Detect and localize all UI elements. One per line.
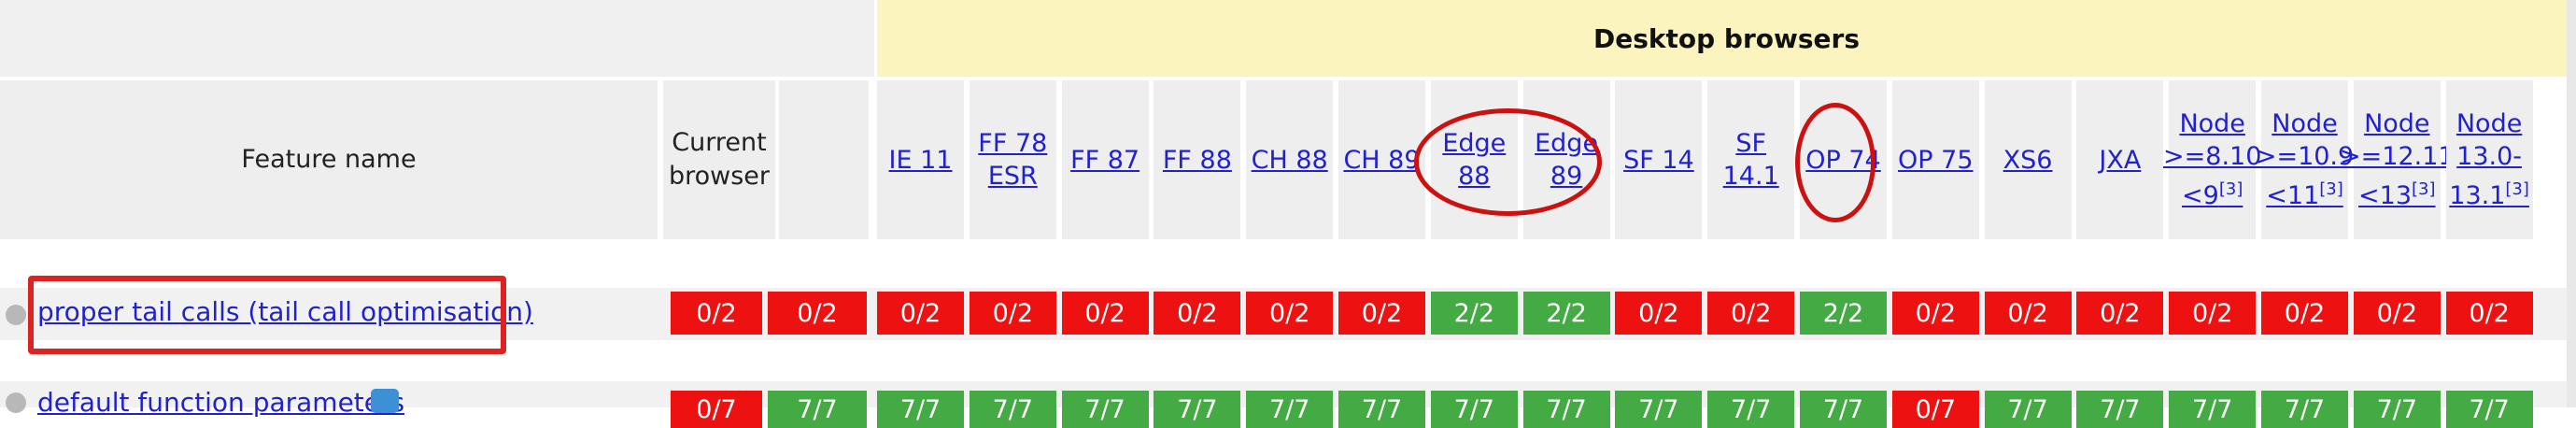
browser-link[interactable]: CH 88	[1252, 144, 1328, 177]
result-cell: 7/7	[877, 391, 964, 428]
result-cell: 0/2	[969, 292, 1056, 335]
result-cell: 0/2	[1984, 292, 2072, 335]
browser-header: SF 14	[1615, 80, 1703, 239]
result-cell: 0/2	[1707, 292, 1795, 335]
browser-link[interactable]: JXA	[2099, 144, 2141, 177]
feature-name-label: Feature name	[241, 145, 417, 174]
feature-bullet-icon	[6, 392, 26, 413]
browser-header: FF 78 ESR	[969, 80, 1056, 239]
browser-header: FF 88	[1154, 80, 1241, 239]
blank-column-header	[779, 80, 869, 239]
result-cell: 0/2	[877, 292, 964, 335]
browser-header: IE 11	[877, 80, 964, 239]
browser-header: OP 75	[1891, 80, 1979, 239]
feature-name-header: Feature name	[0, 80, 658, 239]
result-cell: 2/2	[1430, 292, 1518, 335]
browser-header: CH 88	[1246, 80, 1334, 239]
info-icon[interactable]	[371, 389, 399, 413]
browser-link[interactable]: FF 78 ESR	[970, 127, 1056, 193]
result-cell: 7/7	[1615, 391, 1703, 428]
browser-link[interactable]: CH 89	[1343, 144, 1420, 177]
header-blank-area	[0, 0, 877, 77]
result-cell: 7/7	[969, 391, 1056, 428]
result-cell: 0/2	[2353, 292, 2441, 335]
result-cell: 0/2	[1338, 292, 1425, 335]
footnote-ref[interactable]: [3]	[2219, 179, 2243, 199]
browser-header: Node >=12.11 <13[3]	[2340, 80, 2455, 239]
result-cell: 2/2	[1800, 292, 1887, 335]
result-cell: 0/2	[2076, 292, 2164, 335]
browser-link[interactable]: FF 87	[1070, 144, 1139, 177]
result-cell: 7/7	[2445, 391, 2533, 428]
result-cell: 7/7	[1154, 391, 1241, 428]
browser-header: FF 87	[1061, 80, 1149, 239]
result-cell: 0/2	[2169, 292, 2257, 335]
desktop-browsers-group-header: Desktop browsers	[877, 0, 2576, 77]
scrollbar[interactable]	[2567, 0, 2576, 407]
browser-header: Node >=10.9 <11[3]	[2256, 80, 2354, 239]
result-cell: 7/7	[1246, 391, 1334, 428]
result-cell: 7/7	[2169, 391, 2257, 428]
result-cell: 7/7	[1984, 391, 2072, 428]
desktop-browsers-label: Desktop browsers	[1592, 22, 1861, 54]
browser-link[interactable]: Node >=8.10 <9[3]	[2163, 107, 2261, 212]
result-cell: 0/2	[1615, 292, 1703, 335]
result-cell-current-browser: 0/7	[671, 391, 762, 428]
result-cell: 2/2	[1522, 292, 1610, 335]
result-cell: 0/7	[1891, 391, 1979, 428]
feature-bullet-icon	[6, 305, 26, 325]
browser-link[interactable]: OP 75	[1898, 144, 1973, 177]
result-cell: 0/2	[768, 292, 867, 335]
highlight-box-feature	[28, 276, 506, 354]
result-cell: 0/2	[1061, 292, 1149, 335]
result-cell-current-browser: 0/2	[671, 292, 762, 335]
result-cell: 7/7	[1800, 391, 1887, 428]
result-cell: 7/7	[2353, 391, 2441, 428]
browser-header: CH 89	[1338, 80, 1425, 239]
result-cell: 7/7	[1522, 391, 1610, 428]
browser-header: JXA	[2076, 80, 2164, 239]
browser-link[interactable]: IE 11	[889, 144, 953, 177]
result-cell: 7/7	[1707, 391, 1795, 428]
feature-link-default-function-parameters[interactable]: default function parameters	[37, 387, 404, 418]
browser-link[interactable]: FF 88	[1163, 144, 1232, 177]
browser-link[interactable]: Node 13.0-13.1[3]	[2446, 107, 2533, 212]
browser-link[interactable]: Node >=12.11 <13[3]	[2340, 107, 2455, 212]
browser-header: Node 13.0-13.1[3]	[2445, 80, 2533, 239]
result-cell: 7/7	[768, 391, 867, 428]
browser-link[interactable]: XS6	[2003, 144, 2053, 177]
highlight-ellipse-edge	[1414, 108, 1602, 216]
result-cell: 7/7	[1061, 391, 1149, 428]
browser-link[interactable]: SF 14.1	[1707, 127, 1794, 193]
footnote-ref[interactable]: [3]	[2505, 179, 2529, 199]
highlight-ellipse-op74	[1795, 103, 1875, 222]
result-cell: 0/2	[2445, 292, 2533, 335]
result-cell: 0/2	[2261, 292, 2348, 335]
result-cell: 7/7	[2261, 391, 2348, 428]
current-browser-header: Current browser	[663, 80, 775, 239]
result-cell: 0/2	[1891, 292, 1979, 335]
result-cell: 7/7	[1338, 391, 1425, 428]
browser-link[interactable]: SF 14	[1623, 144, 1694, 177]
browser-header: Node >=8.10 <9[3]	[2163, 80, 2261, 239]
footnote-ref[interactable]: [3]	[2412, 179, 2436, 199]
result-cell: 0/2	[1154, 292, 1241, 335]
result-cell: 0/2	[1246, 292, 1334, 335]
browser-header: XS6	[1984, 80, 2072, 239]
result-cell: 7/7	[1430, 391, 1518, 428]
current-browser-label: Current browser	[668, 128, 771, 191]
browser-header: SF 14.1	[1707, 80, 1795, 239]
result-cell: 7/7	[2076, 391, 2164, 428]
